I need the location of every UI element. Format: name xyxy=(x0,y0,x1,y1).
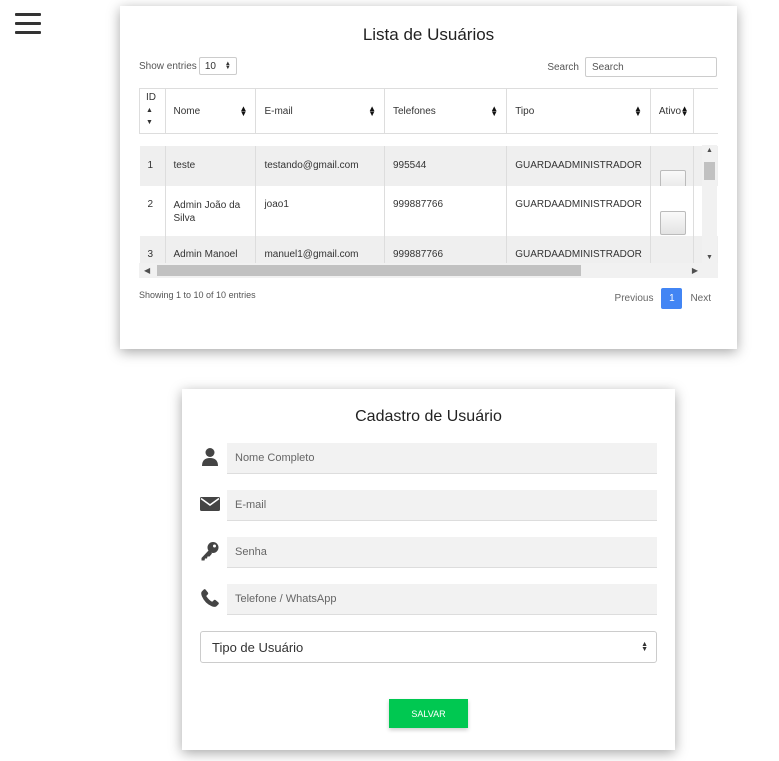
col-header-ativo[interactable]: Ativo ▲ ▼ xyxy=(650,88,694,134)
users-table-wrapper: ID ▲ ▼ Nome ▲ ▼ E-mail ▲ ▼ Telefones ▲ ▼ Tipo ▲ ▼ … xyxy=(139,88,718,278)
scroll-up-icon[interactable]: ▲ xyxy=(702,147,717,154)
sort-icon: ▲ ▼ xyxy=(368,104,376,118)
search-label: Search xyxy=(547,61,579,73)
name-field[interactable]: Nome Completo xyxy=(227,443,657,474)
user-list-card: Lista de Usuários Show entries 10 ▲ ▼ Sea… xyxy=(120,6,737,349)
entries-length-control: Show entries 10 ▲ ▼ xyxy=(139,57,237,75)
cell-id: 1 xyxy=(139,145,166,186)
table-search: Search Search xyxy=(547,57,717,77)
password-field[interactable]: Senha xyxy=(227,537,657,568)
register-title: Cadastro de Usuário xyxy=(355,408,502,425)
phone-row: Telefone / WhatsApp xyxy=(200,584,657,615)
cell-tipo: GUARDAADMINISTRADOR xyxy=(506,145,651,186)
cell-tipo: GUARDAADMINISTRADOR xyxy=(506,185,651,236)
password-row: Senha xyxy=(200,537,657,568)
previous-button[interactable]: Previous xyxy=(615,293,654,304)
col-header-tipo[interactable]: Tipo ▲ ▼ xyxy=(506,88,651,134)
sort-icon: ▲ ▼ xyxy=(146,107,153,126)
sort-icon: ▲ ▼ xyxy=(239,104,248,118)
cell-email: testando@gmail.com xyxy=(255,145,385,186)
table-row[interactable]: 2 Admin João da Silva joao1 999887766 GUA… xyxy=(139,185,718,236)
sort-icon: ▲ ▼ xyxy=(490,104,499,118)
sort-icon: ▲ ▼ xyxy=(633,104,642,118)
phone-field[interactable]: Telefone / WhatsApp xyxy=(227,584,657,615)
email-row: E-mail xyxy=(200,490,657,521)
cell-id: 2 xyxy=(139,185,166,236)
col-header-telefones[interactable]: Telefones ▲ ▼ xyxy=(384,88,508,134)
phone-icon xyxy=(201,589,219,607)
select-arrows-icon: ▲ ▼ xyxy=(224,61,231,71)
col-header-nome[interactable]: Nome ▲ ▼ xyxy=(165,88,257,134)
col-header-extra xyxy=(693,88,718,134)
active-toggle-button[interactable] xyxy=(659,210,686,235)
save-button[interactable]: SALVAR xyxy=(389,699,468,728)
envelope-icon xyxy=(200,497,220,511)
cell-email: joao1 xyxy=(255,185,385,236)
select-arrows-icon: ▲ ▼ xyxy=(641,641,648,653)
scrollbar-thumb[interactable] xyxy=(704,162,715,180)
show-entries-label: Show entries xyxy=(139,60,197,72)
table-info: Showing 1 to 10 of 10 entries xyxy=(139,290,256,300)
hamburger-menu-icon[interactable] xyxy=(15,13,41,35)
cell-telefone: 995544 xyxy=(384,145,508,186)
user-icon xyxy=(202,448,218,466)
scrollbar-thumb[interactable] xyxy=(157,265,581,276)
sort-icon: ▲ ▼ xyxy=(680,104,689,118)
table-vertical-scrollbar[interactable]: ▲ ▼ xyxy=(702,145,717,263)
col-header-id[interactable]: ID ▲ ▼ xyxy=(139,88,166,134)
email-field[interactable]: E-mail xyxy=(227,490,657,521)
table-horizontal-scrollbar[interactable]: ◀ ▶ xyxy=(139,263,718,278)
search-input[interactable]: Search xyxy=(585,57,717,77)
scroll-left-icon[interactable]: ◀ xyxy=(144,263,150,278)
pagination: Previous 1 Next xyxy=(615,288,711,309)
table-header-row: ID ▲ ▼ Nome ▲ ▼ E-mail ▲ ▼ Telefones ▲ ▼ Tipo ▲ ▼ … xyxy=(139,88,718,134)
scroll-down-icon[interactable]: ▼ xyxy=(702,254,717,261)
cell-telefone: 999887766 xyxy=(384,185,508,236)
user-list-title: Lista de Usuários xyxy=(362,25,495,44)
cell-ativo xyxy=(650,145,694,194)
cell-ativo xyxy=(650,185,694,236)
name-row: Nome Completo xyxy=(200,443,657,474)
table-row[interactable]: 1 teste testando@gmail.com 995544 GUARDA… xyxy=(139,145,718,194)
register-user-card: Cadastro de Usuário Nome Completo E-mail… xyxy=(182,389,675,750)
user-type-select[interactable]: Tipo de Usuário ▲ ▼ xyxy=(200,631,657,663)
key-icon xyxy=(201,542,219,561)
entries-select[interactable]: 10 ▲ ▼ xyxy=(198,57,237,75)
page-1-button[interactable]: 1 xyxy=(661,288,683,309)
next-button[interactable]: Next xyxy=(690,293,711,304)
scroll-right-icon[interactable]: ▶ xyxy=(692,263,698,278)
cell-nome: teste xyxy=(165,145,257,186)
users-table: ID ▲ ▼ Nome ▲ ▼ E-mail ▲ ▼ Telefones ▲ ▼ Tipo ▲ ▼ … xyxy=(139,88,718,276)
col-header-email[interactable]: E-mail ▲ ▼ xyxy=(255,88,385,134)
cell-nome: Admin João da Silva xyxy=(165,185,257,236)
